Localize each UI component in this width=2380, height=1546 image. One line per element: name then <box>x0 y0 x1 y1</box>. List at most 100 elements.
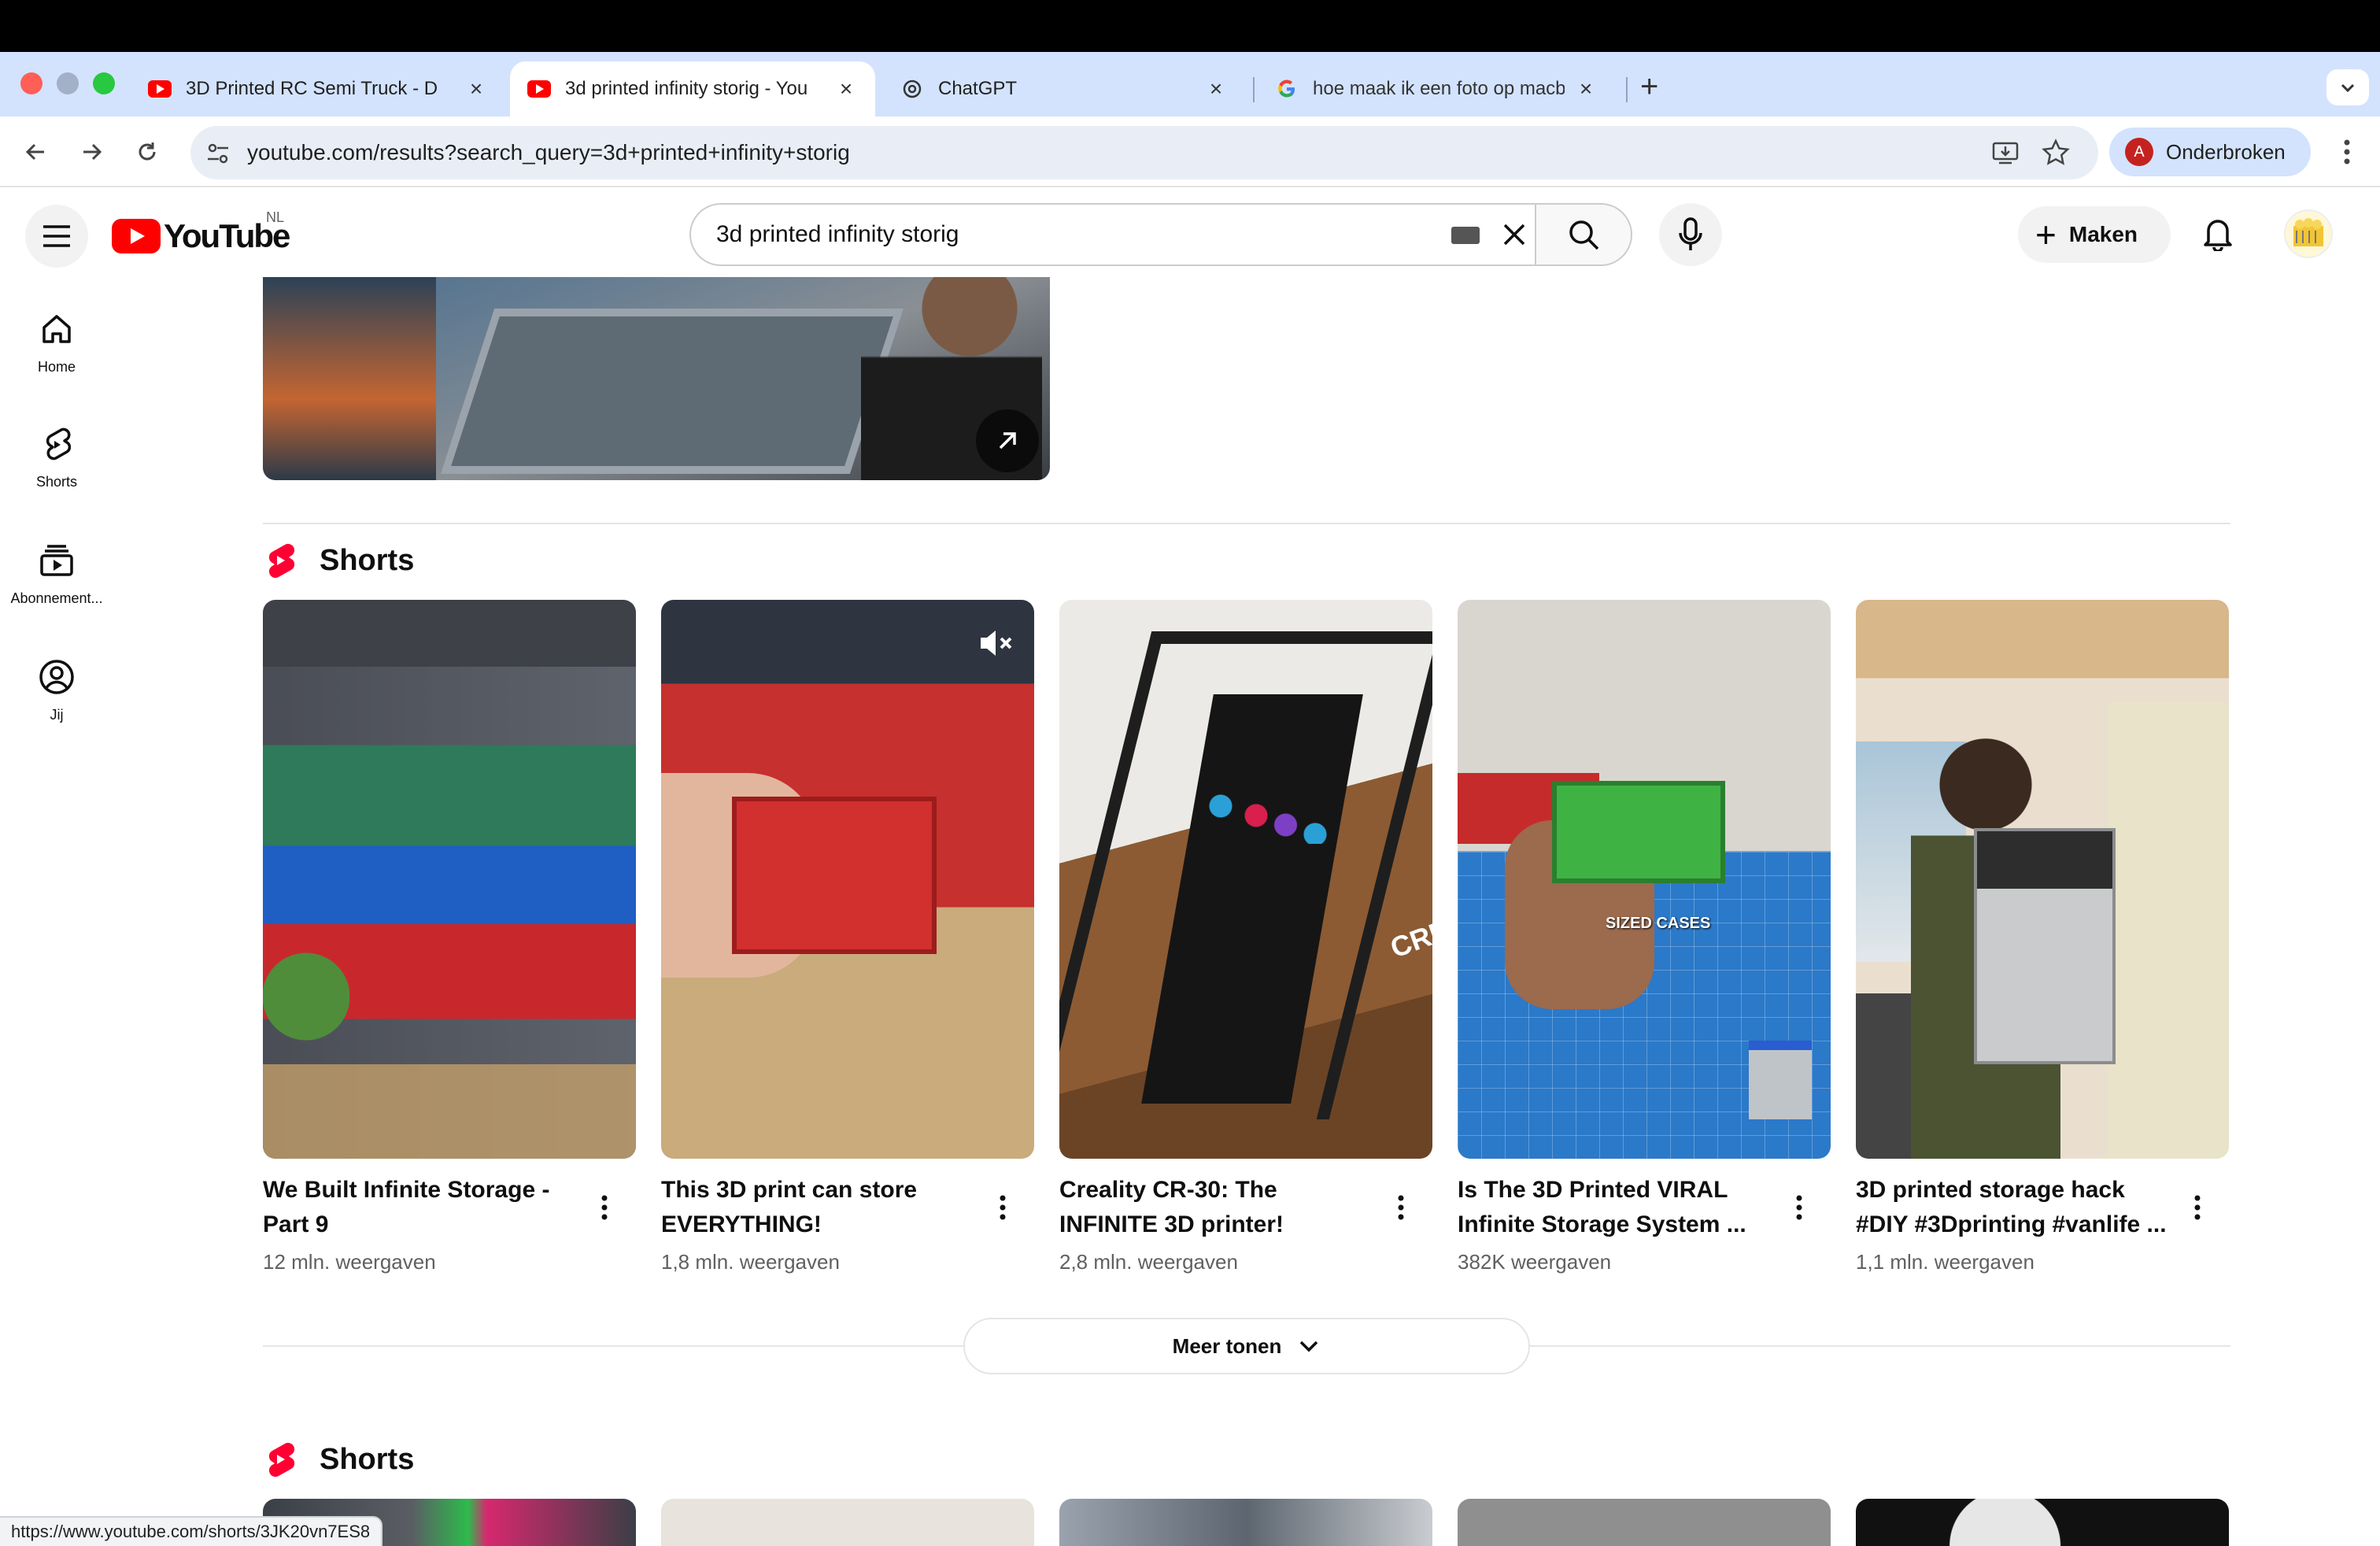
site-settings-icon[interactable] <box>205 140 231 167</box>
show-more-button[interactable]: Meer tonen <box>963 1318 1530 1374</box>
tab-1[interactable]: 3D Printed RC Semi Truck - D × <box>131 61 505 117</box>
close-tab-icon[interactable]: × <box>464 76 488 101</box>
short-thumbnail[interactable] <box>1856 1499 2229 1546</box>
search-icon <box>1569 220 1599 250</box>
guide-label: Abonnement... <box>10 590 103 606</box>
short-more-button[interactable] <box>1385 1184 1417 1231</box>
voice-search-button[interactable] <box>1659 203 1722 266</box>
profile-avatar: A <box>2125 138 2153 166</box>
short-thumbnail[interactable] <box>1059 1499 1432 1546</box>
short-title[interactable]: 3D printed storage hack #DIY #3Dprinting… <box>1856 1173 2171 1242</box>
shelf-title: Shorts <box>320 543 415 577</box>
address-bar[interactable]: youtube.com/results?search_query=3d+prin… <box>190 126 2098 179</box>
maximize-window-button[interactable] <box>93 72 115 94</box>
short-views: 12 mln. weergaven <box>263 1250 436 1274</box>
close-tab-icon[interactable]: × <box>834 76 858 101</box>
short-more-button[interactable] <box>1783 1184 1815 1231</box>
youtube-logo[interactable]: YouTube NL <box>112 209 290 255</box>
bell-icon <box>2204 220 2232 251</box>
search-input[interactable]: 3d printed infinity storig <box>689 203 1536 266</box>
tab-2[interactable]: 3d printed infinity storig - You × <box>510 61 875 117</box>
muted-icon[interactable] <box>976 623 1015 663</box>
short-thumbnail[interactable] <box>661 1499 1034 1546</box>
youtube-icon <box>148 77 172 101</box>
menu-bar <box>0 0 2380 52</box>
back-button[interactable] <box>16 132 55 172</box>
short-title[interactable]: Creality CR-30: The INFINITE 3D printer! <box>1059 1173 1374 1242</box>
reload-button[interactable] <box>128 132 167 172</box>
short-item[interactable]: CRE Creality CR-30: The INFINITE 3D prin… <box>1059 600 1432 1274</box>
tab-title: ChatGPT <box>938 78 1018 99</box>
short-title[interactable]: Is The 3D Printed VIRAL Infinite Storage… <box>1458 1173 1772 1242</box>
new-tab-button[interactable]: + <box>1640 71 1658 102</box>
short-thumbnail[interactable] <box>661 600 1034 1159</box>
shorts-logo-icon <box>268 1442 295 1478</box>
shorts-shelf-header: Shorts <box>263 1441 414 1478</box>
short-more-button[interactable] <box>589 1184 620 1231</box>
reload-icon <box>139 142 156 161</box>
minimize-window-button[interactable] <box>57 72 79 94</box>
short-item[interactable]: SIZED CASES Is The 3D Printed VIRAL Infi… <box>1458 600 1831 1274</box>
open-video-button[interactable] <box>976 409 1039 472</box>
short-item[interactable]: We Built Infinite Storage - Part 9 12 ml… <box>263 600 636 1274</box>
browser-menu-button[interactable] <box>2331 132 2363 172</box>
guide-item-home[interactable]: Home <box>0 310 113 375</box>
arrow-left-icon <box>25 143 44 161</box>
short-item[interactable]: This 3D print can store EVERYTHING! #3dp… <box>661 600 1034 1274</box>
you-icon <box>39 660 74 694</box>
arrow-right-icon <box>83 143 102 161</box>
more-vert-icon <box>2194 1195 2201 1220</box>
close-window-button[interactable] <box>20 72 42 94</box>
create-button[interactable]: + Maken <box>2018 206 2171 263</box>
guide-label: Jij <box>50 707 64 723</box>
tab-3[interactable]: ChatGPT × <box>883 61 1245 117</box>
section-divider <box>263 523 2230 524</box>
youtube-masthead: YouTube NL 3d printed infinity storig + … <box>0 189 2380 277</box>
tab-title: 3d printed infinity storig - You <box>565 78 808 99</box>
forward-button[interactable] <box>72 132 112 172</box>
tab-4[interactable]: hoe maak ik een foto op macb × <box>1258 61 1615 117</box>
thumbnail-brand-text: CRE <box>1386 913 1432 964</box>
install-app-icon[interactable] <box>1990 137 2021 168</box>
url-text: youtube.com/results?search_query=3d+prin… <box>247 140 850 165</box>
guide-item-you[interactable]: Jij <box>0 658 113 723</box>
search-button[interactable] <box>1535 203 1632 266</box>
short-thumbnail[interactable]: SIZED CASES <box>1458 600 1831 1159</box>
microphone-icon <box>1679 217 1702 250</box>
keyboard-icon[interactable] <box>1451 227 1480 244</box>
tab-title: hoe maak ik een foto op macb <box>1313 78 1565 99</box>
guide-item-subscriptions[interactable]: Abonnement... <box>0 542 113 607</box>
guide-label: Shorts <box>35 474 78 490</box>
profile-button[interactable]: A Onderbroken <box>2109 128 2311 176</box>
guide-menu-button[interactable] <box>25 205 88 268</box>
short-title[interactable]: This 3D print can store EVERYTHING! #3dp… <box>661 1173 976 1242</box>
short-item[interactable]: 3D printed storage hack #DIY #3Dprinting… <box>1856 600 2229 1274</box>
close-tab-icon[interactable]: × <box>1204 76 1228 101</box>
close-tab-icon[interactable]: × <box>1574 76 1598 101</box>
bookmark-star-icon[interactable] <box>2040 137 2071 168</box>
short-thumbnail[interactable] <box>1856 600 2229 1159</box>
short-thumbnail[interactable]: CRE <box>1059 600 1432 1159</box>
short-title[interactable]: We Built Infinite Storage - Part 9 <box>263 1173 578 1242</box>
tab-separator <box>1253 77 1255 102</box>
short-thumbnail[interactable] <box>1458 1499 1831 1546</box>
tab-search-button[interactable] <box>2326 69 2369 105</box>
search-query-text: 3d printed infinity storig <box>716 221 959 247</box>
youtube-icon <box>527 77 551 101</box>
short-more-button[interactable] <box>2182 1184 2213 1231</box>
short-views: 1,8 mln. weergaven <box>661 1250 840 1274</box>
more-vert-icon <box>1398 1195 1404 1220</box>
short-more-button[interactable] <box>987 1184 1018 1231</box>
subscriptions-icon <box>40 545 73 576</box>
guide-item-shorts[interactable]: Shorts <box>0 425 113 490</box>
short-thumbnail[interactable] <box>263 600 636 1159</box>
chevron-down-icon <box>2341 83 2355 93</box>
notifications-button[interactable] <box>2194 209 2241 257</box>
more-vert-icon <box>1796 1195 1802 1220</box>
video-thumbnail[interactable] <box>263 277 1050 480</box>
tab-title: 3D Printed RC Semi Truck - D <box>186 78 438 99</box>
clear-search-icon[interactable] <box>1497 217 1532 252</box>
link-status-bar: https://www.youtube.com/shorts/3JK20vn7E… <box>0 1516 383 1546</box>
channel-logo-icon <box>2293 218 2323 246</box>
account-avatar[interactable] <box>2284 209 2333 258</box>
